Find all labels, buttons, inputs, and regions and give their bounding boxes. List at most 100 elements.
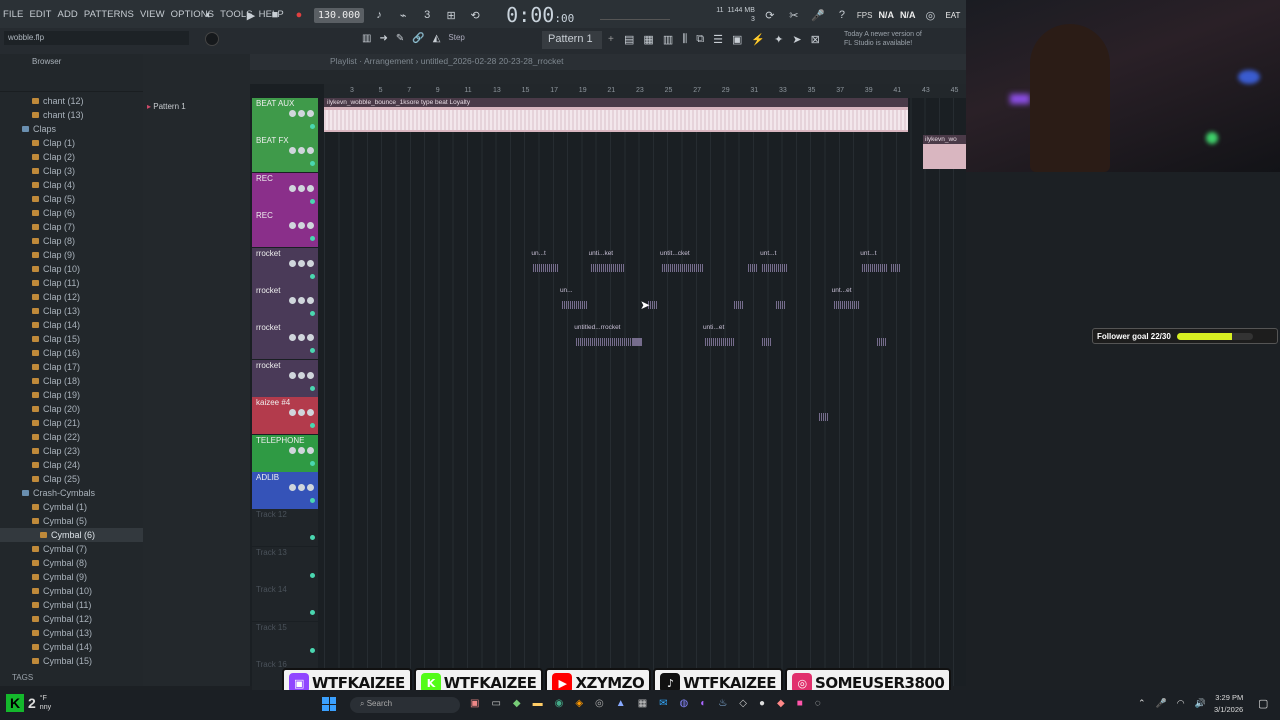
master-volume-knob[interactable] — [205, 32, 219, 46]
browser-file[interactable]: Clap (3) — [0, 164, 143, 178]
mute-icon[interactable] — [289, 484, 296, 491]
taskbar-app-icon[interactable]: ▣ — [470, 698, 479, 709]
solo-icon[interactable] — [298, 484, 305, 491]
taskbar-search[interactable]: ⌕ Search — [350, 697, 460, 713]
track-led[interactable] — [310, 161, 315, 167]
track-header[interactable]: rrocket — [252, 285, 318, 322]
browser-file[interactable]: chant (13) — [0, 108, 143, 122]
browser-file[interactable]: Cymbal (11) — [0, 598, 143, 612]
track-led[interactable] — [310, 535, 315, 541]
audio-clip[interactable]: un...t — [531, 250, 561, 280]
taskbar-app-icon[interactable]: ▲ — [616, 698, 626, 709]
audio-clip[interactable] — [817, 399, 831, 429]
browser-folder[interactable]: Crash-Cymbals — [0, 486, 143, 500]
track-led[interactable] — [310, 460, 315, 466]
record-arm-icon[interactable] — [307, 110, 314, 117]
audio-clip[interactable]: unt...t — [860, 250, 890, 280]
track-header[interactable]: rrocket — [252, 247, 318, 285]
timeline-ruler[interactable]: 3 5 7 9 11 13 15 17 19 21 23 25 27 29 31 33 35 37 39 41 43 45 — [324, 84, 966, 98]
browser-file[interactable]: Cymbal (8) — [0, 556, 143, 570]
browser-file[interactable]: Clap (6) — [0, 206, 143, 220]
browser-file[interactable]: Clap (24) — [0, 458, 143, 472]
wifi-icon[interactable]: ◠ — [1177, 698, 1185, 709]
browser-icon[interactable]: ☰ — [713, 33, 723, 46]
undo-history-icon[interactable]: ⟳ — [761, 6, 779, 24]
mute-icon[interactable] — [289, 259, 296, 267]
browser-file[interactable]: Clap (1) — [0, 136, 143, 150]
audio-clip[interactable] — [774, 287, 788, 317]
volume-icon[interactable]: 🔊 — [1195, 698, 1206, 709]
chrome-icon[interactable]: ◉ — [555, 698, 564, 709]
audio-clip[interactable] — [732, 287, 746, 317]
tempo-display[interactable]: 130.000 — [314, 7, 365, 23]
outlook-icon[interactable]: ✉ — [659, 698, 667, 709]
menu-patterns[interactable]: PATTERNS — [81, 9, 137, 20]
update-notice[interactable]: Today A newer version of FL Studio is ava… — [844, 30, 944, 48]
windows-start-icon[interactable] — [322, 697, 336, 711]
track-header[interactable]: TELEPHONE — [252, 434, 318, 472]
mute-icon[interactable] — [289, 110, 296, 117]
browser-file[interactable]: Clap (7) — [0, 220, 143, 234]
browser-file[interactable]: Clap (13) — [0, 304, 143, 318]
track-header[interactable]: rrocket — [252, 359, 318, 397]
solo-icon[interactable] — [298, 184, 305, 192]
browser-file[interactable]: Clap (11) — [0, 276, 143, 290]
browser-file[interactable]: Cymbal (12) — [0, 612, 143, 626]
draw-icon[interactable]: ✎ — [396, 33, 404, 44]
taskbar-app-icon[interactable]: ◐ — [700, 698, 706, 709]
stop-icon[interactable]: ■ — [266, 6, 284, 24]
mixer-icon[interactable]: ⫼ — [682, 33, 687, 46]
taskbar-app-icon[interactable]: ▭ — [491, 698, 500, 709]
track-header[interactable]: ADLIB — [252, 472, 318, 509]
browser-folder[interactable]: Claps — [0, 122, 143, 136]
arrangement-grid[interactable] — [324, 98, 966, 686]
steam-icon[interactable]: ♨ — [718, 698, 727, 709]
solo-icon[interactable] — [298, 371, 305, 379]
record-arm-icon[interactable] — [307, 334, 314, 342]
browser-file[interactable]: Clap (23) — [0, 444, 143, 458]
audio-clip[interactable]: untit...cket — [660, 250, 706, 280]
file-name-field[interactable]: wobble.flp — [4, 31, 189, 45]
taskbar-app-icon[interactable]: ◆ — [777, 698, 785, 709]
track-led[interactable] — [310, 610, 315, 616]
browser-file[interactable]: Cymbal (5) — [0, 514, 143, 528]
piano-roll-icon[interactable]: ▥ — [362, 33, 371, 44]
stamp-icon[interactable]: ◭ — [433, 33, 441, 44]
help-icon[interactable]: ? — [833, 6, 851, 24]
track-header[interactable]: Track 15 — [252, 621, 318, 659]
browser-file[interactable]: Clap (8) — [0, 234, 143, 248]
track-led[interactable] — [310, 348, 315, 354]
solo-icon[interactable] — [298, 334, 305, 342]
mute-icon[interactable] — [289, 184, 296, 192]
refresh-icon[interactable]: ◎ — [921, 6, 939, 24]
project-icon[interactable]: ▣ — [732, 33, 742, 46]
wait-input-icon[interactable]: ⌁ — [394, 6, 412, 24]
track-header[interactable]: REC — [252, 172, 318, 210]
browser-file[interactable]: Clap (15) — [0, 332, 143, 346]
tags-bar[interactable]: TAGS — [0, 668, 143, 686]
track-led[interactable] — [310, 647, 315, 653]
loop-record-icon[interactable]: ⟲ — [466, 6, 484, 24]
cut-icon[interactable]: ✂ — [785, 6, 803, 24]
folder-icon[interactable]: ▬ — [533, 698, 543, 709]
tray-mic-icon[interactable]: 🎤 — [1156, 698, 1167, 709]
taskbar-app-icon[interactable]: ◆ — [513, 698, 521, 709]
audio-clip[interactable] — [760, 324, 774, 354]
browser-file[interactable]: Clap (16) — [0, 346, 143, 360]
record-arm-icon[interactable] — [307, 409, 314, 417]
taskbar-app-icon[interactable]: ▦ — [638, 698, 647, 709]
track-header[interactable]: BEAT AUX — [252, 98, 318, 135]
audio-clip[interactable]: unti...ket — [589, 250, 627, 280]
record-arm-icon[interactable] — [307, 147, 314, 155]
tools-icon[interactable]: ✦ — [774, 33, 783, 46]
audio-clip[interactable] — [746, 250, 760, 280]
mute-icon[interactable] — [289, 297, 296, 304]
taskbar-app-icon[interactable]: ◌ — [815, 698, 821, 709]
mic-icon[interactable]: 🎤 — [809, 6, 827, 24]
mute-icon[interactable] — [289, 222, 296, 230]
pattern-item[interactable]: ▸ Pattern 1 — [147, 102, 186, 111]
taskbar-app-icon[interactable]: ◇ — [739, 698, 747, 709]
browser-file[interactable]: Cymbal (14) — [0, 640, 143, 654]
track-header[interactable]: BEAT FX — [252, 135, 318, 173]
pattern-song-toggle-icon[interactable]: ◐ — [200, 6, 218, 24]
